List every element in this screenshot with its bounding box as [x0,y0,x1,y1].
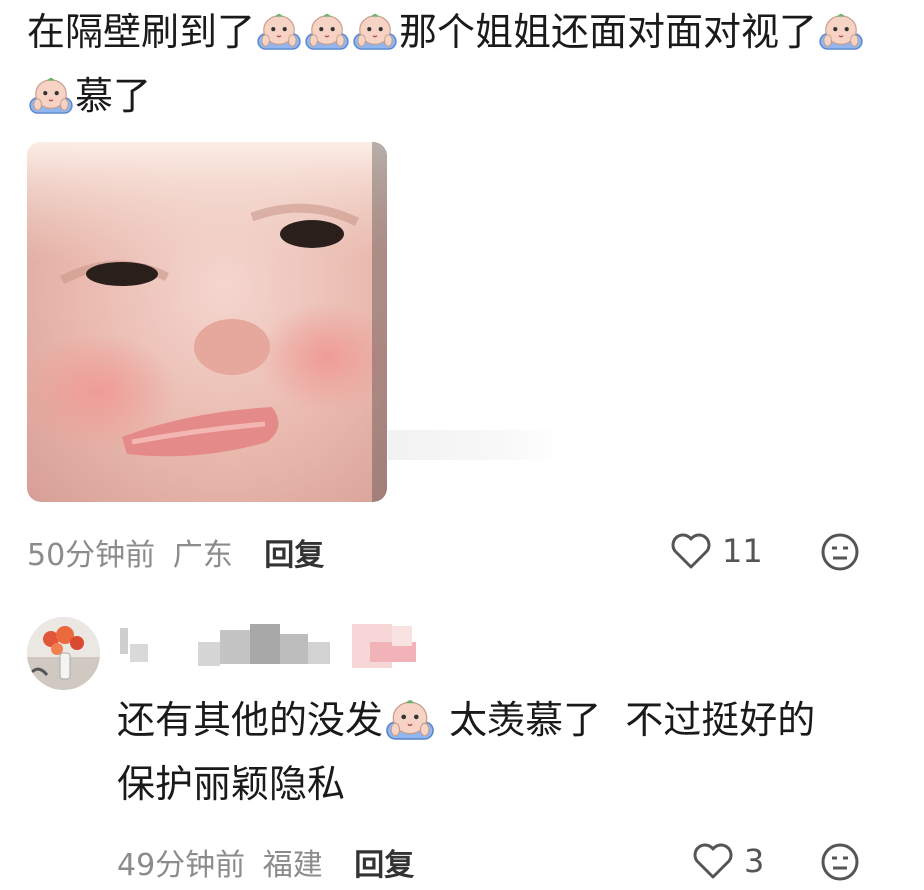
like-button[interactable]: 3 [692,842,764,880]
crying-baby-emoji-icon [256,11,302,51]
crying-baby-emoji-icon [352,11,398,51]
comment-time: 49分钟前 [117,848,246,883]
comment-meta: 50分钟前 广东 回复 [27,530,324,574]
heart-outline-icon [671,533,711,569]
comment-text-part: 慕了 [75,74,152,118]
comment-time: 50分钟前 [27,538,156,573]
comment-location: 福建 [262,848,323,883]
blurred-username [120,624,416,668]
avatar[interactable] [27,617,100,690]
reply-button[interactable]: 回复 [354,848,414,883]
comment-meta: 49分钟前 福建 回复 [117,840,414,884]
comment-text-part: 那个姐姐还面对面对视了 [399,10,818,54]
comment-text: 在隔壁刷到了 那个姐姐还面对面对视了慕了 [27,0,887,128]
blurred-watermark [388,430,564,460]
crying-baby-emoji-icon [28,75,74,115]
like-count: 3 [744,842,765,880]
heart-outline-icon [693,843,733,879]
crying-child-photo [27,142,387,502]
comment-location: 广东 [172,538,233,573]
crying-baby-emoji-icon [304,11,350,51]
comment-text: 还有其他的没发 太羡慕了 不过挺好的 保护丽颖隐私 [117,688,877,816]
flower-avatar-image [27,617,100,690]
crying-baby-emoji-icon [818,11,864,51]
like-count: 11 [722,532,763,570]
comment-text-part: 在隔壁刷到了 [27,10,256,54]
neutral-face-icon[interactable] [820,532,860,572]
comment-image[interactable] [27,142,387,502]
reply-button[interactable]: 回复 [264,538,324,573]
crying-baby-emoji-icon [384,697,436,741]
like-button[interactable]: 11 [670,532,763,570]
neutral-face-icon[interactable] [820,842,860,882]
comment-text-part: 还有其他的没发 [117,698,384,742]
